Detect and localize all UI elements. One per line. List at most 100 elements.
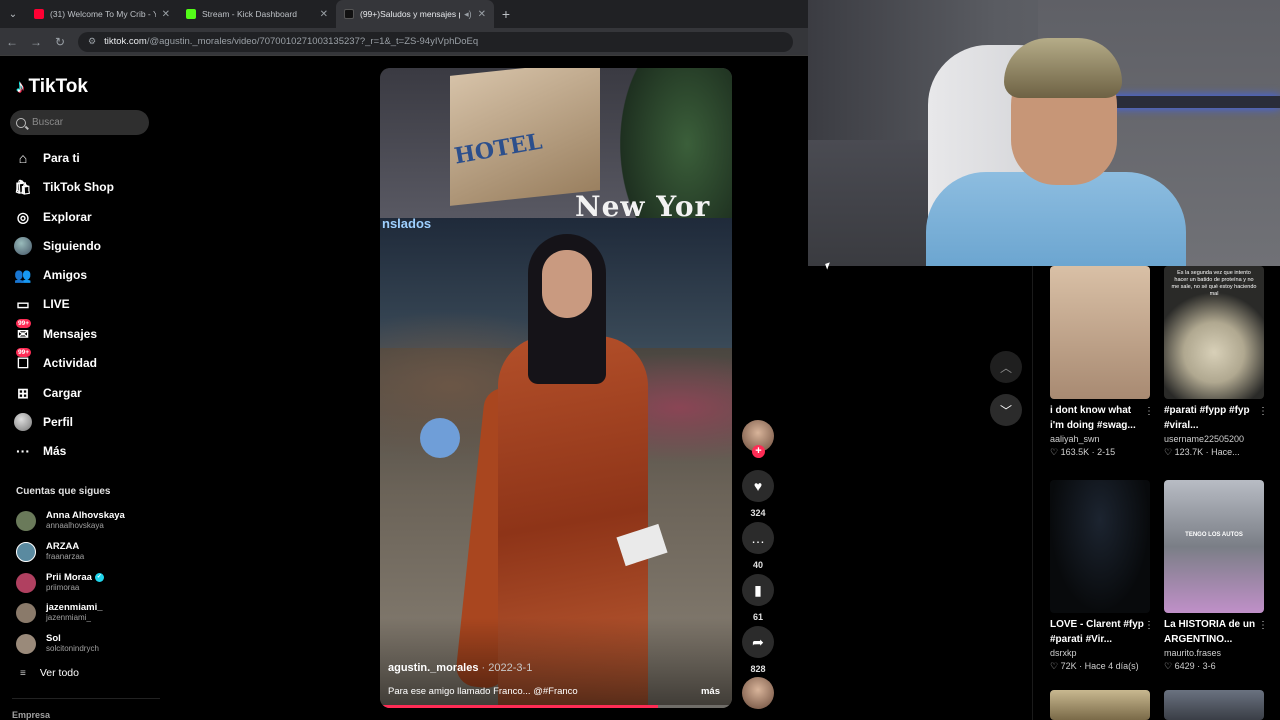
feed-card[interactable]: LOVE - Clarent #fyp #parati #Vir... dsrx… bbox=[1050, 480, 1154, 672]
save-action[interactable]: ▮ 61 bbox=[741, 574, 775, 622]
webcam-led-shelf bbox=[1100, 96, 1280, 108]
video-player[interactable]: HOTEL nslados New Yor agustin._morales ·… bbox=[380, 68, 732, 708]
card-more-icon[interactable]: ⋮ bbox=[1144, 406, 1154, 417]
related-videos-feed: i dont know what i'm doing #swag... aali… bbox=[1032, 266, 1280, 720]
nav-mas[interactable]: ··· Más bbox=[14, 440, 66, 462]
speaker-icon[interactable]: ◂) bbox=[464, 9, 472, 20]
comment-action[interactable]: … 40 bbox=[741, 522, 775, 570]
back-button[interactable]: ← bbox=[0, 28, 24, 56]
footer-empresa-link[interactable]: Empresa bbox=[12, 710, 50, 720]
video-store-text: nslados bbox=[382, 216, 432, 231]
nav-label: LIVE bbox=[43, 297, 70, 311]
followed-account[interactable]: Prii Moraa ✓ priimoraa bbox=[16, 572, 104, 593]
see-all-button[interactable]: ≡ Ver todo bbox=[20, 667, 79, 679]
video-date: 2022-3-1 bbox=[488, 662, 533, 674]
video-thumbnail[interactable] bbox=[1050, 690, 1150, 720]
follow-plus-button[interactable]: + bbox=[752, 445, 765, 458]
nav-label: Actividad bbox=[43, 356, 98, 370]
home-icon: ⌂ bbox=[18, 150, 28, 166]
video-author[interactable]: agustin._morales · 2022-3-1 bbox=[388, 662, 532, 674]
new-tab-button[interactable]: + bbox=[494, 6, 518, 22]
url-field[interactable]: ⚙ tiktok.com/@agustin._morales/video/707… bbox=[78, 31, 793, 52]
card-date: Hace... bbox=[1211, 447, 1240, 457]
search-icon bbox=[16, 117, 26, 128]
card-title: #parati #fypp #fyp #viral... bbox=[1164, 405, 1250, 431]
card-more-icon[interactable]: ⋮ bbox=[1258, 406, 1268, 417]
tiktok-logo[interactable]: ♪ TikTok bbox=[16, 76, 88, 98]
nav-mensajes[interactable]: ✉ 99+ Mensajes bbox=[14, 319, 97, 345]
account-name: jazenmiami_ bbox=[46, 602, 103, 613]
nav-live[interactable]: ▭ LIVE bbox=[14, 293, 70, 315]
previous-video-button[interactable]: ︿ bbox=[990, 351, 1022, 383]
tab-close-icon[interactable]: ✕ bbox=[320, 9, 328, 20]
account-name: Sol bbox=[46, 633, 61, 644]
next-video-button[interactable]: ﹀ bbox=[990, 394, 1022, 426]
heart-icon[interactable]: ♥ bbox=[742, 470, 774, 502]
search-input[interactable]: Buscar bbox=[10, 110, 149, 135]
card-title: LOVE - Clarent #fyp #parati #Vir... bbox=[1050, 619, 1144, 645]
music-disc-avatar[interactable] bbox=[742, 677, 774, 709]
video-caption: Para ese amigo llamado Franco... @#Franc… bbox=[388, 686, 578, 697]
feed-card[interactable]: i dont know what i'm doing #swag... aali… bbox=[1050, 266, 1154, 458]
forward-button[interactable]: → bbox=[24, 28, 48, 56]
nav-amigos[interactable]: 👥 Amigos bbox=[14, 264, 87, 286]
site-info-icon[interactable]: ⚙ bbox=[88, 36, 96, 47]
thumbnail-overlay-text: TENGO LOS AUTOS bbox=[1185, 532, 1243, 538]
video-thumbnail[interactable] bbox=[1164, 690, 1264, 720]
tab-close-icon[interactable]: ✕ bbox=[162, 9, 170, 20]
bookmark-icon[interactable]: ▮ bbox=[742, 574, 774, 606]
followed-account[interactable]: Sol solcitonindrych bbox=[16, 633, 99, 654]
browser-tab-kick[interactable]: Stream - Kick Dashboard ✕ bbox=[178, 0, 336, 28]
nav-explorar[interactable]: ◎ Explorar bbox=[14, 206, 92, 228]
nav-actividad[interactable]: ☐ 99+ Actividad bbox=[14, 348, 98, 374]
heart-icon: ♡ bbox=[1164, 447, 1173, 457]
feed-card[interactable] bbox=[1164, 690, 1264, 720]
avatar bbox=[16, 510, 36, 531]
followed-account[interactable]: Anna Alhovskaya annaalhovskaya bbox=[16, 510, 125, 531]
account-handle: jazenmiami_ bbox=[46, 613, 91, 622]
browser-tab-youtube[interactable]: (31) Welcome To My Crib - You ✕ bbox=[26, 0, 178, 28]
card-user: dsrxkp bbox=[1050, 648, 1077, 658]
comment-icon[interactable]: … bbox=[742, 522, 774, 554]
account-name: ARZAA bbox=[46, 541, 80, 552]
card-more-icon[interactable]: ⋮ bbox=[1144, 620, 1154, 631]
followed-account[interactable]: jazenmiami_ jazenmiami_ bbox=[16, 602, 103, 623]
thumbnail-overlay-text: Es la segunda vez que intento hacer un b… bbox=[1171, 270, 1257, 297]
tab-search-chevron-icon[interactable]: ⌄ bbox=[0, 0, 26, 28]
card-date: Hace 4 día(s) bbox=[1084, 661, 1139, 671]
caption-more-button[interactable]: más bbox=[701, 686, 720, 697]
nav-tiktok-shop[interactable]: 🛍 TikTok Shop bbox=[14, 176, 114, 198]
video-thumbnail[interactable] bbox=[1050, 266, 1150, 399]
feed-card[interactable] bbox=[1050, 690, 1150, 720]
nav-para-ti[interactable]: ⌂ Para ti bbox=[14, 147, 80, 169]
video-thumbnail[interactable] bbox=[1050, 480, 1150, 613]
card-likes: 6429 bbox=[1174, 661, 1195, 671]
video-progress-bar[interactable] bbox=[380, 705, 732, 708]
feed-card[interactable]: TENGO LOS AUTOS La HISTORIA de un ARGENT… bbox=[1164, 480, 1268, 672]
messages-badge: 99+ bbox=[16, 319, 32, 328]
tab-close-icon[interactable]: ✕ bbox=[478, 9, 486, 20]
nav-label: Amigos bbox=[43, 268, 88, 282]
followed-account[interactable]: ARZAA fraanarzaa bbox=[16, 541, 84, 562]
address-bar: ← → ↻ ⚙ tiktok.com/@agustin._morales/vid… bbox=[0, 28, 808, 56]
tab-title: (31) Welcome To My Crib - You bbox=[50, 9, 156, 19]
share-icon[interactable]: ➦ bbox=[742, 626, 774, 658]
video-thumbnail[interactable]: TENGO LOS AUTOS bbox=[1164, 480, 1264, 613]
nav-label: Para ti bbox=[43, 151, 80, 165]
heart-icon: ♡ bbox=[1164, 661, 1173, 671]
shop-icon: 🛍 bbox=[14, 178, 32, 195]
nav-cargar[interactable]: ⊞ Cargar bbox=[14, 382, 82, 404]
like-action[interactable]: ♥ 324 bbox=[741, 470, 775, 518]
url-host: tiktok.com bbox=[104, 36, 147, 47]
video-thumbnail[interactable]: Es la segunda vez que intento hacer un b… bbox=[1164, 266, 1264, 399]
nav-siguiendo[interactable]: Siguiendo bbox=[14, 235, 101, 257]
author-name: agustin._morales bbox=[388, 662, 479, 674]
friends-icon: 👥 bbox=[14, 266, 32, 283]
nav-perfil[interactable]: Perfil bbox=[14, 411, 73, 433]
browser-tab-tiktok[interactable]: (99+)Saludos y mensajes p ◂) ✕ bbox=[336, 0, 494, 28]
account-name: Prii Moraa bbox=[46, 572, 92, 583]
card-more-icon[interactable]: ⋮ bbox=[1258, 620, 1268, 631]
share-action[interactable]: ➦ 828 bbox=[741, 626, 775, 674]
feed-card[interactable]: Es la segunda vez que intento hacer un b… bbox=[1164, 266, 1268, 458]
reload-button[interactable]: ↻ bbox=[48, 28, 72, 56]
